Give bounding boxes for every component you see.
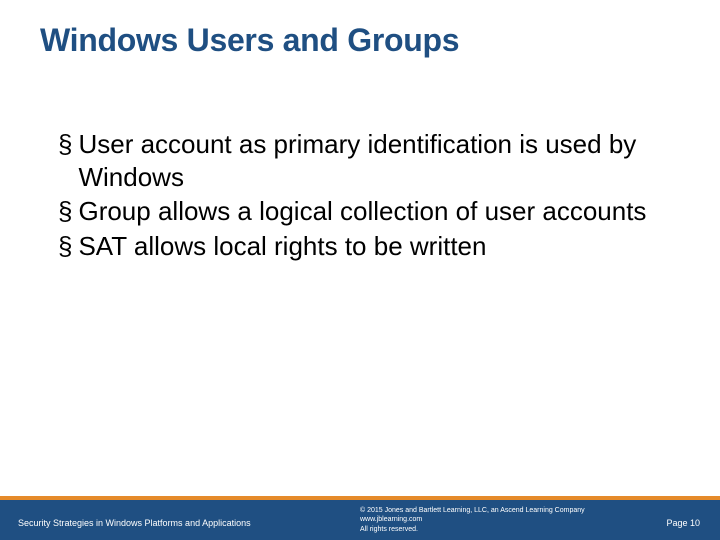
bullet-text: SAT allows local rights to be written bbox=[78, 230, 486, 263]
slide-footer: Security Strategies in Windows Platforms… bbox=[0, 494, 720, 540]
bullet-text: User account as primary identification i… bbox=[78, 128, 660, 193]
copyright-line: All rights reserved. bbox=[360, 525, 585, 534]
list-item: § Group allows a logical collection of u… bbox=[58, 195, 660, 228]
copyright-line: www.jblearning.com bbox=[360, 515, 585, 524]
bullet-text: Group allows a logical collection of use… bbox=[78, 195, 646, 228]
page-number: Page 10 bbox=[666, 518, 700, 528]
bullet-list: § User account as primary identification… bbox=[58, 128, 660, 264]
footer-bar: Security Strategies in Windows Platforms… bbox=[0, 500, 720, 540]
bullet-icon: § bbox=[58, 230, 72, 263]
list-item: § User account as primary identification… bbox=[58, 128, 660, 193]
bullet-icon: § bbox=[58, 128, 72, 161]
copyright-line: © 2015 Jones and Bartlett Learning, LLC,… bbox=[360, 506, 585, 515]
footer-copyright: © 2015 Jones and Bartlett Learning, LLC,… bbox=[360, 506, 585, 534]
slide-title: Windows Users and Groups bbox=[40, 22, 459, 59]
list-item: § SAT allows local rights to be written bbox=[58, 230, 660, 263]
footer-source: Security Strategies in Windows Platforms… bbox=[18, 518, 251, 528]
slide: Windows Users and Groups § User account … bbox=[0, 0, 720, 540]
bullet-icon: § bbox=[58, 195, 72, 228]
